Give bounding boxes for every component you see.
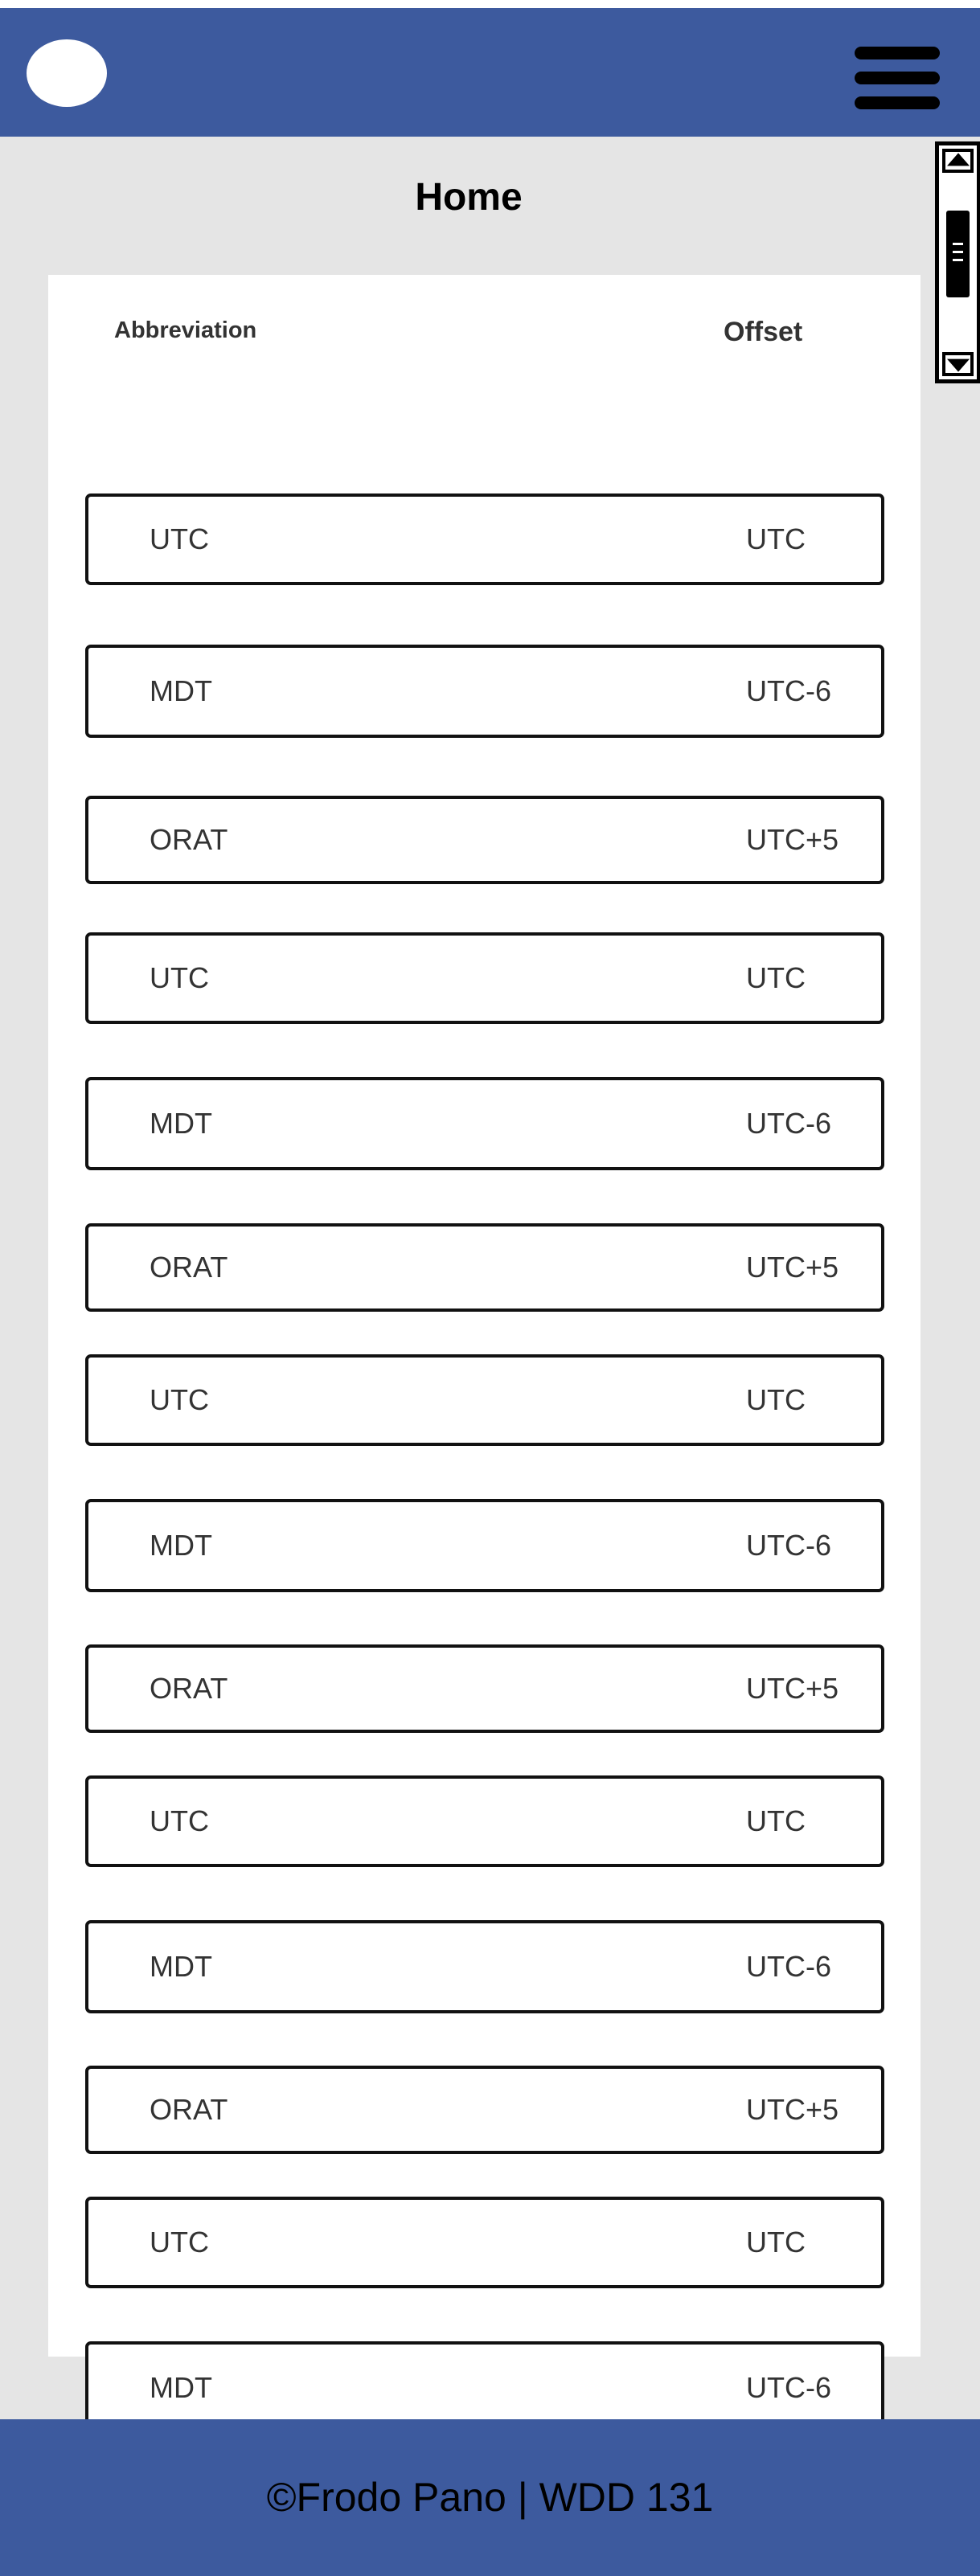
timezone-offset: UTC xyxy=(746,1383,806,1416)
site-footer: ©Frodo Pano | WDD 131 xyxy=(0,2419,980,2576)
timezone-abbreviation: ORAT xyxy=(150,1672,228,1705)
timezone-row[interactable]: ORAT UTC+5 xyxy=(85,1223,884,1312)
timezone-row[interactable]: ORAT UTC+5 xyxy=(85,796,884,884)
scrollbar[interactable] xyxy=(935,141,980,383)
footer-copyright: ©Frodo Pano | WDD 131 xyxy=(266,2475,714,2520)
timezone-row[interactable]: UTC UTC xyxy=(85,493,884,585)
timezone-offset: UTC-6 xyxy=(746,1950,831,1983)
timezone-abbreviation: ORAT xyxy=(150,2093,228,2126)
timezone-row[interactable]: MDT UTC-6 xyxy=(85,1499,884,1592)
timezone-abbreviation: MDT xyxy=(150,1107,212,1140)
timezone-abbreviation: MDT xyxy=(150,674,212,707)
timezone-row[interactable]: MDT UTC-6 xyxy=(85,1077,884,1170)
timezone-offset: UTC-6 xyxy=(746,2371,831,2404)
scroll-down-arrow-icon[interactable] xyxy=(942,352,974,376)
timezone-row[interactable]: UTC UTC xyxy=(85,932,884,1024)
menu-bar xyxy=(855,96,940,109)
page: Home Abbreviation Offset UTC UTC MDT UTC… xyxy=(0,0,980,2576)
scroll-up-arrow-icon[interactable] xyxy=(942,149,974,173)
timezone-offset: UTC xyxy=(746,961,806,994)
main-content: Home Abbreviation Offset UTC UTC MDT UTC… xyxy=(0,137,980,2435)
menu-bar xyxy=(855,72,940,84)
timezone-abbreviation: UTC xyxy=(150,961,209,994)
grip-line xyxy=(953,251,963,253)
timezone-offset: UTC xyxy=(746,1804,806,1837)
scroll-thumb[interactable] xyxy=(946,211,970,297)
timezone-row[interactable]: ORAT UTC+5 xyxy=(85,1644,884,1733)
timezone-abbreviation: MDT xyxy=(150,1529,212,1562)
timezone-abbreviation: ORAT xyxy=(150,823,228,856)
timezone-offset: UTC-6 xyxy=(746,1529,831,1562)
timezone-row[interactable]: MDT UTC-6 xyxy=(85,1920,884,2013)
timezone-abbreviation: MDT xyxy=(150,2371,212,2404)
column-header-offset: Offset xyxy=(724,317,803,347)
timezone-row[interactable]: UTC UTC xyxy=(85,1354,884,1446)
logo-icon[interactable] xyxy=(27,39,107,107)
timezone-offset: UTC+5 xyxy=(746,1251,839,1284)
timezone-row[interactable]: ORAT UTC+5 xyxy=(85,2066,884,2154)
timezone-card: Abbreviation Offset UTC UTC MDT UTC-6 OR… xyxy=(48,275,921,2435)
hamburger-menu-icon[interactable] xyxy=(855,47,940,109)
timezone-offset: UTC xyxy=(746,2226,806,2259)
timezone-offset: UTC+5 xyxy=(746,1672,839,1705)
timezone-offset: UTC-6 xyxy=(746,1107,831,1140)
timezone-abbreviation: MDT xyxy=(150,1950,212,1983)
timezone-abbreviation: UTC xyxy=(150,2226,209,2259)
timezone-abbreviation: UTC xyxy=(150,1804,209,1837)
timezone-offset: UTC-6 xyxy=(746,674,831,707)
timezone-abbreviation: ORAT xyxy=(150,1251,228,1284)
timezone-offset: UTC+5 xyxy=(746,823,839,856)
timezone-row[interactable]: MDT UTC-6 xyxy=(85,645,884,738)
grip-line xyxy=(953,259,963,261)
menu-bar xyxy=(855,47,940,59)
column-header-abbreviation: Abbreviation xyxy=(114,317,257,343)
grip-line xyxy=(953,243,963,245)
timezone-offset: UTC xyxy=(746,522,806,555)
timezone-abbreviation: UTC xyxy=(150,1383,209,1416)
timezone-row[interactable]: UTC UTC xyxy=(85,1775,884,1867)
site-header xyxy=(0,8,980,137)
timezone-abbreviation: UTC xyxy=(150,522,209,555)
timezone-offset: UTC+5 xyxy=(746,2093,839,2126)
timezone-row[interactable]: UTC UTC xyxy=(85,2197,884,2288)
page-title: Home xyxy=(415,176,523,219)
